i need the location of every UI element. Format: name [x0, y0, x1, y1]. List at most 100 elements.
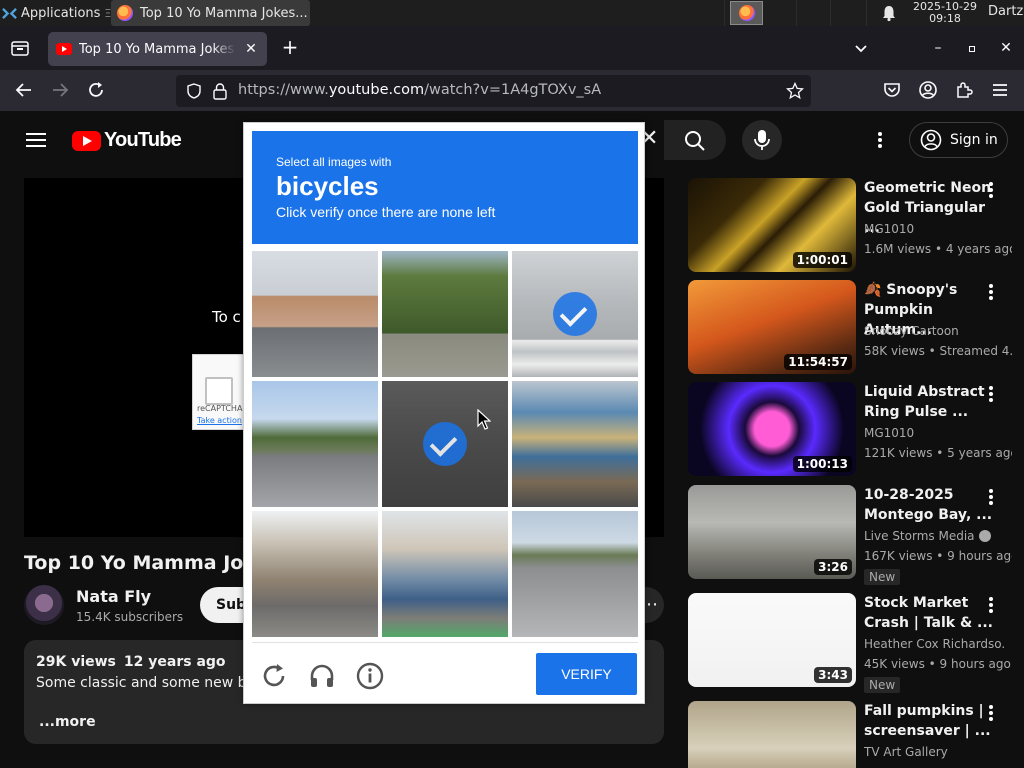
video-title: Top 10 Yo Mamma Jokes [24, 552, 280, 574]
reload-icon[interactable] [86, 80, 106, 100]
recommendation-title[interactable]: Liquid Abstract Ring Pulse ... [864, 382, 994, 422]
user-menu[interactable]: Dartz [988, 4, 1023, 19]
challenge-tile-cyclist-road[interactable] [382, 381, 508, 507]
recommendation-item[interactable]: 3:26 10-28-2025 Montego Bay, ... Live Stor… [688, 485, 1024, 585]
hamburger-menu-icon[interactable] [990, 80, 1010, 100]
forward-arrow-icon[interactable] [50, 80, 70, 100]
description-more-link[interactable]: ...more [39, 714, 96, 730]
verify-button[interactable]: VERIFY [536, 653, 637, 695]
tab-youtube[interactable]: Top 10 Yo Mamma Jokes ✕ [48, 32, 267, 66]
video-thumbnail[interactable]: 3:43 [688, 593, 856, 687]
recaptcha-action-link[interactable]: Take action [197, 416, 242, 425]
recommendation-item[interactable]: 1:00:13 Liquid Abstract Ring Pulse ... MG1… [688, 382, 1024, 482]
recommendation-views: 121K views • 5 years ago [864, 446, 1012, 460]
taskbar-window-button[interactable]: Top 10 Yo Mamma Jokes... [111, 0, 310, 26]
close-window-icon[interactable]: ✕ [998, 40, 1014, 56]
recommendation-menu-icon[interactable] [985, 180, 997, 200]
video-thumbnail[interactable]: 11:54:57 [688, 280, 856, 374]
view-count: 29K views [36, 654, 116, 670]
voice-search-button[interactable] [742, 120, 782, 160]
microphone-icon [754, 130, 770, 150]
notification-bell-icon[interactable] [880, 4, 898, 22]
recommendation-menu-icon[interactable] [985, 487, 997, 507]
pocket-icon[interactable] [882, 80, 902, 100]
challenge-target: bicycles [276, 171, 379, 201]
tracking-protection-shield-icon[interactable] [186, 83, 202, 99]
audio-challenge-headphones-icon[interactable] [308, 662, 336, 690]
reload-challenge-icon[interactable] [260, 662, 288, 690]
description-text: Some classic and some new but a [36, 675, 274, 691]
recommendation-views: 1.6M views • 4 years ago [864, 242, 1012, 256]
recommendation-item[interactable]: 1:00:01 Geometric Neon Gold Triangular ..… [688, 178, 1024, 278]
youtube-logo-text: YouTube [104, 129, 182, 151]
recommendation-item[interactable]: 11:54:57 🍂 Snoopy's Pumpkin Autum... Snooz… [688, 280, 1024, 380]
recommendation-channel-name: TV Art Gallery [864, 745, 948, 759]
recaptcha-checkbox-widget[interactable]: reCAPTCHA Take action [192, 354, 246, 430]
channel-avatar[interactable] [24, 585, 64, 625]
video-thumbnail[interactable]: 3:26 [688, 485, 856, 579]
applications-menu[interactable]: Applications Ξ [2, 3, 111, 23]
account-circle-icon [920, 129, 942, 151]
challenge-tile-jeepney[interactable] [512, 381, 638, 507]
video-thumbnail[interactable] [688, 701, 856, 768]
recommendation-item[interactable]: 3:43 Stock Market Crash | Talk & ... Heath… [688, 593, 1024, 693]
challenge-tile-cyclist-crosswalk[interactable] [512, 251, 638, 377]
recommendation-channel-name: MG1010 [864, 426, 915, 440]
tray-firefox-button[interactable] [730, 1, 763, 25]
challenge-tile-trees-road[interactable] [382, 251, 508, 377]
challenge-tile-street-buildings[interactable] [252, 251, 378, 377]
recaptcha-checkbox[interactable] [205, 377, 233, 405]
recommendation-menu-icon[interactable] [985, 282, 997, 302]
challenge-instruction: Select all images with [276, 155, 392, 169]
recommendation-menu-icon[interactable] [985, 384, 997, 404]
tile-selected-check-icon [553, 292, 597, 336]
recommendation-views: 45K views • 9 hours ago [864, 657, 1011, 671]
guide-menu-icon[interactable] [26, 132, 46, 148]
tab-close-icon[interactable]: ✕ [243, 41, 259, 57]
minimize-window-icon[interactable]: – [930, 40, 946, 56]
search-button[interactable] [664, 120, 726, 160]
recommendation-menu-icon[interactable] [985, 703, 997, 723]
video-duration: 11:54:57 [784, 354, 852, 370]
recommendation-title[interactable]: Fall pumpkins | screensaver | ... [864, 701, 994, 741]
sign-in-label: Sign in [950, 132, 998, 148]
help-info-icon[interactable] [356, 662, 384, 690]
recommendation-item[interactable]: Fall pumpkins | screensaver | ... TV Art … [688, 701, 1024, 768]
firefox-view-icon[interactable] [10, 39, 30, 57]
recommendation-channel: Live Storms Media [864, 529, 1004, 543]
maximize-window-icon[interactable] [964, 40, 980, 56]
recommendation-channel: MG1010 [864, 426, 1004, 440]
channel-subscriber-count: 15.4K subscribers [76, 610, 184, 624]
settings-kebab-icon[interactable] [870, 130, 890, 150]
recommendation-title[interactable]: Stock Market Crash | Talk & ... [864, 593, 994, 633]
challenge-tile-parked-car[interactable] [382, 511, 508, 637]
mouse-cursor-icon [477, 409, 491, 430]
url-bar[interactable]: https://www.youtube.com/watch?v=1A4gTOXv… [176, 75, 811, 107]
recommendation-channel-name: MG1010 [864, 222, 915, 236]
url-text[interactable]: https://www.youtube.com/watch?v=1A4gTOXv… [238, 82, 601, 98]
bookmark-star-icon[interactable] [786, 82, 804, 100]
recommendation-menu-icon[interactable] [985, 595, 997, 615]
back-arrow-icon[interactable] [14, 80, 34, 100]
challenge-header: Select all images with bicycles Click ve… [252, 131, 638, 244]
video-thumbnail[interactable]: 1:00:13 [688, 382, 856, 476]
extensions-puzzle-icon[interactable] [954, 80, 974, 100]
recommendation-title[interactable]: 10-28-2025 Montego Bay, ... [864, 485, 994, 525]
list-all-tabs-chevron-icon[interactable] [853, 40, 869, 56]
lock-icon[interactable] [212, 82, 228, 100]
recommendation-views: 58K views • Streamed 4... [864, 344, 1012, 358]
account-icon[interactable] [918, 80, 938, 100]
upload-age: 12 years ago [123, 654, 226, 670]
channel-name[interactable]: Nata Fly [76, 587, 151, 606]
challenge-tile-highway[interactable] [512, 511, 638, 637]
youtube-logo[interactable]: YouTube [72, 129, 182, 152]
recommendation-channel: Heather Cox Richardso... [864, 637, 1004, 651]
clock[interactable]: 2025-10-29 09:18 [908, 1, 982, 25]
sign-in-button[interactable]: Sign in [909, 122, 1008, 158]
verified-check-icon [978, 530, 991, 542]
new-tab-plus-icon[interactable]: + [280, 37, 300, 58]
challenge-tile-street-houses[interactable] [252, 511, 378, 637]
applications-label: Applications [21, 5, 101, 21]
video-thumbnail[interactable]: 1:00:01 [688, 178, 856, 272]
challenge-tile-road-cars[interactable] [252, 381, 378, 507]
